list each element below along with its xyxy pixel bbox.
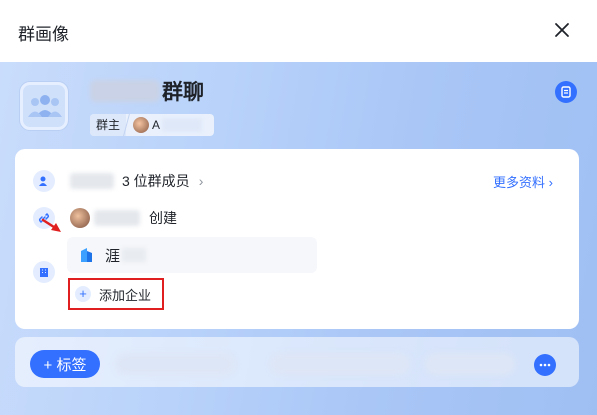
owner-name: A [152,118,161,132]
group-people-icon [28,95,62,117]
members-count: 3 位群成员 [122,173,190,189]
plus-icon: + [75,286,91,302]
group-info-card: 3 位群成员 › 更多资料 › 创建 涯 + 添加企业 [15,149,579,329]
members-icon [39,176,47,186]
redacted-tag [270,353,410,375]
group-name-suffix: 群聊 [162,81,204,104]
redacted-avatars [70,173,114,189]
group-doc-button[interactable] [555,81,577,103]
dialog-title: 群画像 [18,25,69,44]
members-icon-wrap [33,170,55,192]
annotation-arrow-icon [41,218,61,232]
add-organization-button[interactable]: + 添加企业 [68,278,164,310]
close-button[interactable] [550,18,574,42]
group-name: 群聊 [90,76,204,106]
organization-icon-wrap [33,261,55,283]
more-options-button[interactable] [534,354,556,376]
members-row[interactable]: 3 位群成员 › [70,170,203,192]
organization-icon [40,268,48,277]
group-avatar[interactable] [20,82,68,130]
owner-tag[interactable]: 群主 A [90,114,214,136]
group-profile-panel: 群聊 群主 A 3 位群成员 › 更多资料 › 创建 涯 + 添加企业 + 标签 [0,62,597,415]
tag-bar: + 标签 [15,337,579,387]
add-tag-button[interactable]: + 标签 [30,350,100,378]
redacted-owner-name [162,118,203,132]
add-organization-label: 添加企业 [99,287,152,303]
created-label: 创建 [149,210,177,226]
building-icon [81,248,92,262]
organization-name: 涯 [105,247,121,265]
creator-avatar [70,208,90,228]
owner-avatar [133,117,150,133]
close-icon [555,23,569,37]
redacted-organization-name [122,248,147,262]
creator-row: 创建 [70,207,177,229]
redacted-name [90,80,160,102]
owner-label: 群主 [90,114,127,136]
more-info-link[interactable]: 更多资料 › [493,172,553,191]
redacted-tag [115,353,235,375]
dialog-header: 群画像 [0,0,597,62]
redacted-creator-name [94,210,140,226]
more-dots-icon [539,363,551,367]
organization-item[interactable]: 涯 [67,237,317,273]
document-icon [561,86,571,98]
chevron-right-icon: › [198,173,204,189]
redacted-tag [425,353,515,375]
